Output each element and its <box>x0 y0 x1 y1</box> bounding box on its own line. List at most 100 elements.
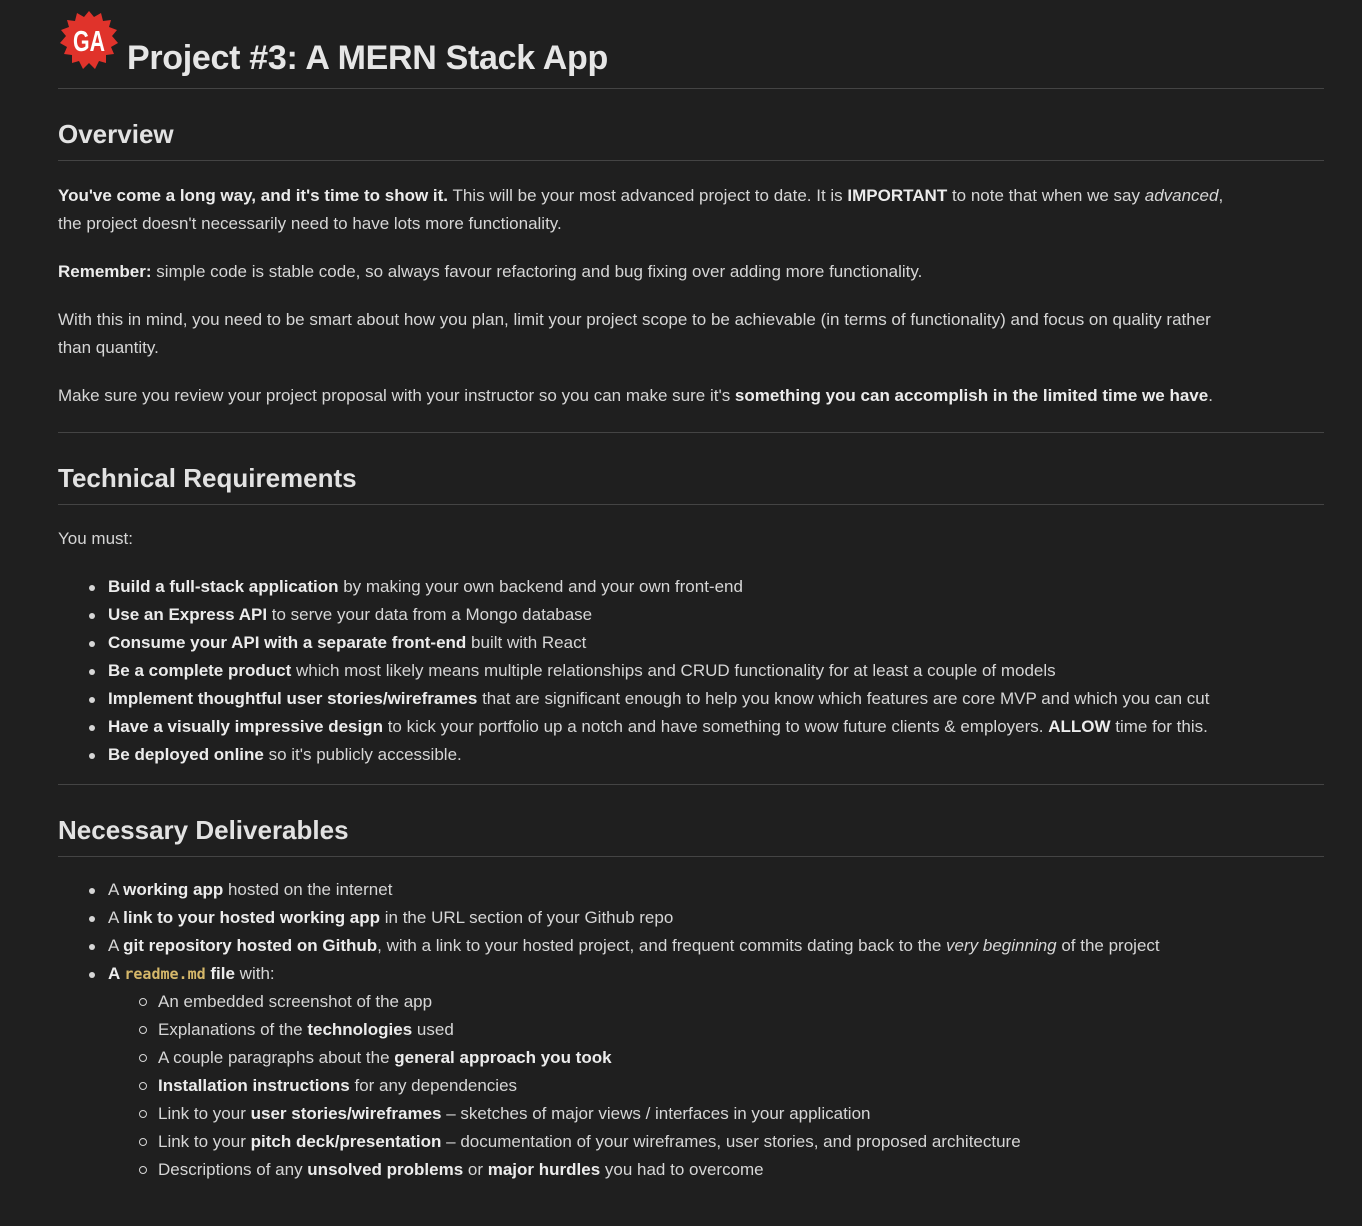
list-item: A readme.md file with: <box>89 960 1324 988</box>
item-bold: ALLOW <box>1048 717 1111 736</box>
ga-badge-icon: GA <box>60 11 118 69</box>
item-bold: technologies <box>307 1020 413 1039</box>
item-bold: A <box>108 964 125 983</box>
item-text: with: <box>234 964 275 983</box>
advanced-text: advanced <box>1144 186 1219 205</box>
text: than quantity. <box>58 338 159 357</box>
item-text: to serve your data from a Mongo database <box>267 605 593 624</box>
item-bold: working app <box>123 880 224 899</box>
item-text: which most likely means multiple relatio… <box>291 661 1056 680</box>
overview-heading: Overview <box>58 116 1324 161</box>
text: to note that when we say <box>947 186 1145 205</box>
divider <box>58 784 1324 785</box>
item-text: that are significant enough to help you … <box>477 689 1210 708</box>
emphasis: something you can accomplish in the limi… <box>734 386 1209 405</box>
remember-label: Remember: <box>58 262 152 281</box>
item-text: used <box>412 1020 454 1039</box>
sub-list-item: Installation instructions for any depend… <box>139 1072 1324 1100</box>
readme-sub-list: An embedded screenshot of the app Explan… <box>139 988 1324 1184</box>
text: With this in mind, you need to be smart … <box>58 310 1211 329</box>
readme-code: readme.md <box>124 965 206 983</box>
list-item: Be deployed online so it's publicly acce… <box>89 741 1324 769</box>
important-text: IMPORTANT <box>847 186 948 205</box>
item-text: A <box>108 880 124 899</box>
list-item: Have a visually impressive design to kic… <box>89 713 1324 741</box>
item-text: Explanations of the <box>158 1020 308 1039</box>
item-text: by making your own backend and your own … <box>338 577 743 596</box>
item-bold: file <box>205 964 235 983</box>
divider <box>58 432 1324 433</box>
text: This will be your most advanced project … <box>448 186 848 205</box>
technical-list: Build a full-stack application by making… <box>89 573 1324 769</box>
list-item: Consume your API with a separate front-e… <box>89 629 1324 657</box>
item-bold: Be deployed online <box>108 745 264 764</box>
item-bold: Be a complete product <box>108 661 292 680</box>
item-text: Link to your <box>158 1132 251 1151</box>
readme-page: GA Project #3: A MERN Stack App Overview… <box>0 0 1362 1226</box>
sub-list-item: Descriptions of any unsolved problems or… <box>139 1156 1324 1184</box>
sub-list-item: An embedded screenshot of the app <box>139 988 1324 1016</box>
technical-heading: Technical Requirements <box>58 460 1324 505</box>
item-bold: user stories/wireframes <box>250 1104 442 1123</box>
item-bold: major hurdles <box>487 1160 601 1179</box>
item-text: time for this. <box>1110 717 1208 736</box>
title-row: GA Project #3: A MERN Stack App <box>58 8 1324 89</box>
item-text: built with React <box>466 633 587 652</box>
page-title: Project #3: A MERN Stack App <box>127 39 608 77</box>
item-bold: Build a full-stack application <box>108 577 339 596</box>
list-item: A working app hosted on the internet <box>89 876 1324 904</box>
item-bold: git repository hosted on Github <box>123 936 378 955</box>
item-bold: Installation instructions <box>158 1076 350 1095</box>
item-text: A couple paragraphs about the <box>158 1048 395 1067</box>
sub-list-item: Link to your pitch deck/presentation – d… <box>139 1128 1324 1156</box>
item-text: or <box>463 1160 488 1179</box>
text: Make sure you review your project propos… <box>58 386 735 405</box>
sub-list-item: Link to your user stories/wireframes – s… <box>139 1100 1324 1128</box>
deliverables-heading: Necessary Deliverables <box>58 812 1324 857</box>
text: . <box>1208 386 1213 405</box>
text: simple code is stable code, so always fa… <box>151 262 923 281</box>
item-text: to kick your portfolio up a notch and ha… <box>382 717 1049 736</box>
item-text: Link to your <box>158 1104 251 1123</box>
logo-text: GA <box>73 26 105 58</box>
item-bold: Use an Express API <box>108 605 268 624</box>
text: the project doesn't necessarily need to … <box>58 214 562 233</box>
item-text: A <box>108 936 124 955</box>
item-bold: Have a visually impressive design <box>108 717 383 736</box>
item-text: Descriptions of any <box>158 1160 308 1179</box>
item-text: A <box>108 908 124 927</box>
item-text: of the project <box>1056 936 1160 955</box>
item-text: , with a link to your hosted project, an… <box>377 936 947 955</box>
overview-paragraph-3: With this in mind, you need to be smart … <box>58 306 1320 362</box>
sub-list-item: A couple paragraphs about the general ap… <box>139 1044 1324 1072</box>
list-item: Implement thoughtful user stories/wirefr… <box>89 685 1324 713</box>
overview-paragraph-2: Remember: simple code is stable code, so… <box>58 258 1320 286</box>
list-item: Be a complete product which most likely … <box>89 657 1324 685</box>
item-bold: Consume your API with a separate front-e… <box>108 633 467 652</box>
item-text: you had to overcome <box>600 1160 764 1179</box>
list-item: Use an Express API to serve your data fr… <box>89 601 1324 629</box>
item-text: – documentation of your wireframes, user… <box>441 1132 1021 1151</box>
item-bold: Implement thoughtful user stories/wirefr… <box>108 689 478 708</box>
item-italic: very beginning <box>946 936 1057 955</box>
text: , <box>1218 186 1224 205</box>
sub-list-item: Explanations of the technologies used <box>139 1016 1324 1044</box>
list-item: Build a full-stack application by making… <box>89 573 1324 601</box>
list-item: A link to your hosted working app in the… <box>89 904 1324 932</box>
overview-paragraph-1: You've come a long way, and it's time to… <box>58 182 1320 238</box>
item-bold: pitch deck/presentation <box>250 1132 442 1151</box>
item-bold: general approach you took <box>394 1048 612 1067</box>
item-bold: unsolved problems <box>307 1160 464 1179</box>
item-text: in the URL section of your Github repo <box>380 908 674 927</box>
item-text: – sketches of major views / interfaces i… <box>441 1104 871 1123</box>
item-text: so it's publicly accessible. <box>263 745 462 764</box>
overview-paragraph-4: Make sure you review your project propos… <box>58 382 1320 410</box>
item-text: for any dependencies <box>349 1076 518 1095</box>
list-item: A git repository hosted on Github, with … <box>89 932 1324 960</box>
overview-lead: You've come a long way, and it's time to… <box>58 186 449 205</box>
technical-intro: You must: <box>58 529 133 548</box>
item-bold: link to your hosted working app <box>123 908 381 927</box>
deliverables-list: A working app hosted on the internet A l… <box>89 876 1324 988</box>
item-text: hosted on the internet <box>223 880 393 899</box>
item-text: An embedded screenshot of the app <box>158 992 433 1011</box>
